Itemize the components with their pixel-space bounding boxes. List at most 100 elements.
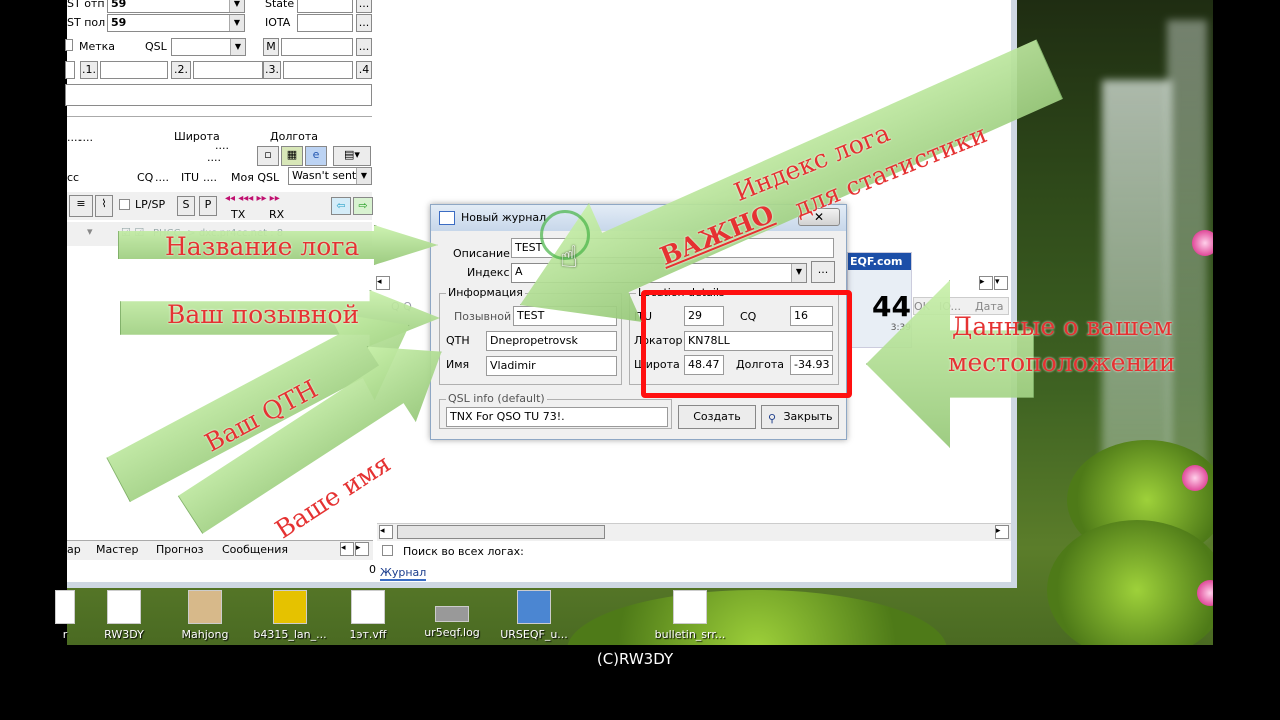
hscroll-left-icon[interactable]: ◂: [379, 525, 393, 539]
my-qsl-label: Моя QSL: [231, 171, 280, 184]
callsign-label: Позывной: [454, 310, 512, 323]
tab-0[interactable]: ар: [67, 543, 81, 556]
index-browse-button[interactable]: ...: [811, 261, 835, 283]
search-all-label: Поиск во всех логах:: [403, 545, 524, 558]
big-number: 44: [872, 290, 911, 323]
s-button[interactable]: S: [177, 196, 195, 216]
comment-field[interactable]: [65, 84, 372, 106]
cq-dots: ....: [155, 171, 169, 184]
iota-field[interactable]: [297, 14, 353, 32]
itu-dots: ....: [203, 171, 217, 184]
map-icon[interactable]: ▦: [281, 146, 303, 166]
info-group-label: Информация: [446, 286, 525, 299]
qth-input[interactable]: Dnepropetrovsk: [486, 331, 617, 351]
m-browse-button[interactable]: ...: [356, 38, 372, 56]
exit-door-icon: ⚲: [768, 412, 777, 425]
banner-text: EQF.com: [848, 253, 911, 270]
index-label: Индекс: [467, 266, 510, 279]
qsl-group: QSL info (default) TNX For QSO TU 73!.: [439, 392, 672, 429]
lon-label: Долгота: [270, 130, 319, 143]
desktop-icon-0[interactable]: r: [50, 588, 80, 645]
rst-sent-combo[interactable]: 59 ▼: [107, 0, 245, 13]
desktop-icon-rw3dy[interactable]: RW3DY: [94, 588, 154, 645]
qsl-input[interactable]: TNX For QSO TU 73!.: [446, 407, 668, 427]
p-button[interactable]: P: [199, 196, 217, 216]
dropdown-arrow-icon[interactable]: ▾: [87, 225, 93, 238]
hand-cursor-icon: ☝: [560, 240, 579, 275]
mark-label: Метка: [79, 40, 116, 53]
arrow-right-icon[interactable]: ⇨: [353, 197, 373, 215]
lp-sp-checkbox[interactable]: [119, 199, 130, 210]
close-button[interactable]: ⚲ Закрыть: [761, 405, 839, 429]
desktop-icon-ur5eqf-log[interactable]: ur5eqf.log: [416, 588, 488, 645]
tabs-right-icon[interactable]: ▸: [355, 542, 369, 556]
qsl-combo[interactable]: ▼: [171, 38, 246, 56]
scroll-down-icon[interactable]: ▾: [994, 276, 1008, 290]
slot0-field[interactable]: [65, 61, 75, 79]
desktop-icon-bulletin[interactable]: bulletin_srr...: [645, 588, 735, 645]
moss-decoration: [567, 590, 947, 645]
create-button[interactable]: Создать: [678, 405, 756, 429]
name-label: Имя: [446, 358, 470, 371]
itu-label: ITU: [181, 171, 200, 184]
moss-decoration: [1047, 520, 1213, 645]
state-field[interactable]: [297, 0, 353, 13]
m-button[interactable]: M: [263, 38, 279, 56]
tab-messages[interactable]: Сообщения: [222, 543, 288, 556]
m-field[interactable]: [281, 38, 353, 56]
desktop-icon-mahjong[interactable]: Mahjong: [175, 588, 235, 645]
mail-dropdown-icon[interactable]: ▤▾: [333, 146, 371, 166]
slot3-button[interactable]: .3.: [263, 61, 281, 79]
hscroll-thumb[interactable]: [397, 525, 605, 539]
tab-master[interactable]: Мастер: [96, 543, 138, 556]
slot1-button[interactable]: .1.: [80, 61, 98, 79]
browser-icon[interactable]: e: [305, 146, 327, 166]
dialog-icon: [439, 211, 455, 225]
slot1-field[interactable]: [100, 61, 168, 79]
iota-label: IOTA: [265, 16, 291, 29]
iota-browse-button[interactable]: ...: [356, 14, 372, 32]
rst-rcvd-label: ST пол: [67, 16, 106, 29]
dialog-title: Новый журнал: [461, 211, 547, 224]
dots-2: ....: [79, 131, 93, 144]
lp-sp-label: LP/SP: [135, 198, 166, 211]
qsl-group-label: QSL info (default): [446, 392, 547, 405]
my-qsl-combo[interactable]: Wasn't sent ▼: [288, 167, 372, 185]
tabs-left-icon[interactable]: ◂: [340, 542, 354, 556]
hscroll-right-icon[interactable]: ▸: [995, 525, 1009, 539]
slot2-button[interactable]: .2.: [171, 61, 191, 79]
desktop-icon-vff[interactable]: 1эт.vff: [338, 588, 398, 645]
dots-3: ....: [207, 151, 221, 164]
rst-rcvd-combo[interactable]: 59 ▼: [107, 14, 245, 32]
state-browse-button[interactable]: ...: [356, 0, 372, 13]
tx-label: TX: [231, 208, 246, 221]
slot4-button[interactable]: .4: [356, 61, 372, 79]
anno-location-data: Данные о вашем: [952, 312, 1173, 341]
slot2-field[interactable]: [193, 61, 263, 79]
slot3-field[interactable]: [283, 61, 353, 79]
flower-decoration: [1192, 230, 1213, 256]
broom-icon[interactable]: ⌇: [95, 195, 113, 217]
cq-label: CQ: [137, 171, 154, 184]
cc-label: cc: [67, 171, 80, 184]
copy-icon[interactable]: ▫: [257, 146, 279, 166]
tab-journal[interactable]: Журнал: [380, 566, 427, 581]
clear-icon[interactable]: ≡: [69, 195, 93, 217]
tab-forecast[interactable]: Прогноз: [156, 543, 204, 556]
name-input[interactable]: Vladimir: [486, 356, 617, 376]
copyright-caption: (C)RW3DY: [596, 650, 674, 668]
desktop-icon-urseqf[interactable]: URSEQF_u...: [500, 588, 568, 645]
rewind-icon[interactable]: ◂◂ ◂◂◂ ▸▸ ▸▸: [225, 193, 280, 204]
search-all-checkbox[interactable]: [382, 545, 393, 556]
scroll-right-icon[interactable]: ▸: [979, 276, 993, 290]
qsl-label: QSL: [145, 40, 167, 53]
state-label: State: [265, 0, 295, 10]
arrow-left-icon[interactable]: ⇦: [331, 197, 351, 215]
scroll-left-icon[interactable]: ◂: [376, 276, 390, 290]
desktop-icon-b4315[interactable]: b4315_lan_...: [250, 588, 330, 645]
anno-log-name: Название лога: [165, 232, 360, 261]
waterfall-decoration: [1102, 80, 1172, 500]
mark-checkbox[interactable]: [65, 39, 73, 51]
lat-label: Широта: [174, 130, 220, 143]
rst-sent-label: ST отп: [67, 0, 105, 10]
